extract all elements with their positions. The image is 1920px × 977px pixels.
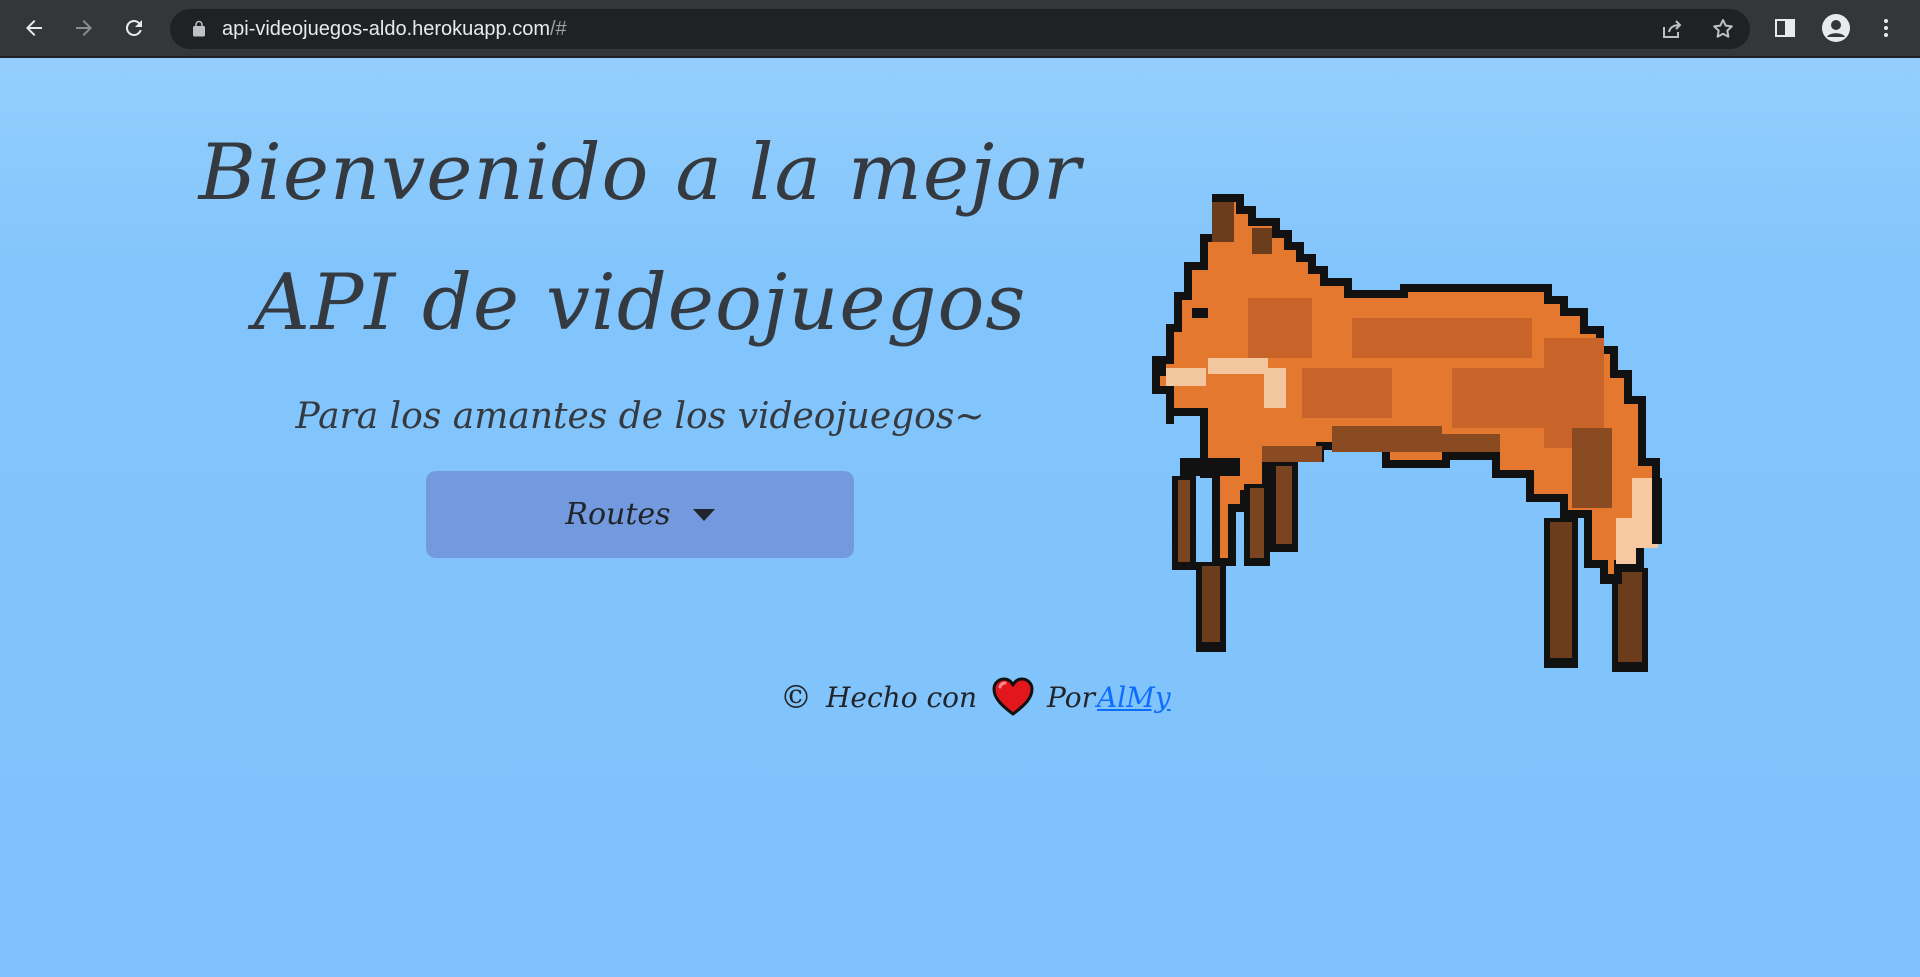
star-icon[interactable]	[1711, 17, 1735, 41]
url-path: /#	[550, 18, 567, 40]
lock-icon	[193, 20, 205, 37]
fox-eye	[1192, 308, 1208, 318]
caret-down-icon	[692, 508, 715, 521]
browser-toolbar: api-videojuegos-aldo.herokuapp.com/#	[0, 0, 1920, 58]
routes-button-label: Routes	[565, 497, 671, 532]
forward-button[interactable]	[67, 11, 101, 45]
author-link[interactable]: AlMy	[1097, 681, 1171, 714]
page-body: Bienvenido a la mejor API de videojuegos…	[0, 58, 1920, 977]
share-icon[interactable]	[1660, 17, 1684, 41]
side-panel-icon	[1775, 19, 1795, 37]
back-button[interactable]	[17, 11, 51, 45]
profile-button[interactable]	[1819, 11, 1853, 45]
kebab-menu-icon	[1884, 19, 1888, 37]
address-bar[interactable]: api-videojuegos-aldo.herokuapp.com/#	[170, 9, 1750, 49]
reload-button[interactable]	[117, 11, 151, 45]
footer-by: Por	[1047, 680, 1095, 714]
footer: © Hecho con Por AlMy	[780, 672, 1171, 722]
page-title-line-2: API de videojuegos	[253, 258, 1027, 348]
browser-menu-button[interactable]	[1869, 11, 1903, 45]
pixel-fox-image	[1152, 194, 1662, 672]
copyright-symbol: ©	[780, 678, 812, 716]
arrow-right-icon	[76, 20, 92, 36]
page-subtitle: Para los amantes de los videojuegos~	[295, 396, 985, 437]
arrow-left-icon	[26, 20, 42, 36]
url-host: api-videojuegos-aldo.herokuapp.com	[222, 18, 550, 40]
heart-icon	[992, 677, 1034, 716]
side-panel-button[interactable]	[1768, 11, 1802, 45]
routes-dropdown-button[interactable]: Routes	[426, 471, 854, 558]
url-text[interactable]: api-videojuegos-aldo.herokuapp.com/#	[222, 9, 567, 49]
footer-made-with: Hecho con	[826, 680, 978, 714]
page-title-line-1: Bienvenido a la mejor	[198, 128, 1082, 218]
reload-icon	[125, 19, 142, 36]
profile-icon	[1822, 14, 1850, 42]
